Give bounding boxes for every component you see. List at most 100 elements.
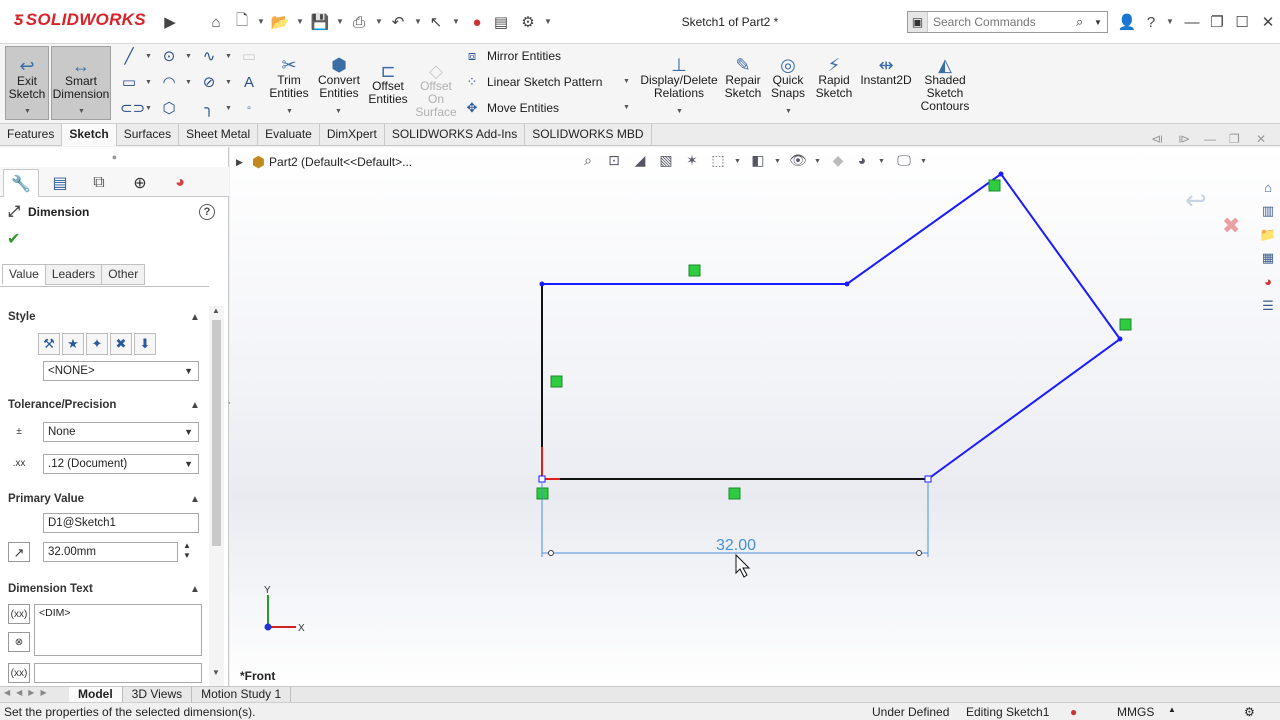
dynamic-annotation-icon[interactable]: ✶	[682, 152, 702, 170]
previous-view-icon[interactable]: ◢	[630, 152, 650, 170]
convert-caret-icon[interactable]: ▼	[335, 108, 342, 115]
arc-caret-icon[interactable]: ▼	[185, 79, 192, 86]
scroll-up-icon[interactable]: ▲	[212, 306, 220, 315]
custom-properties-icon[interactable]: ☰	[1258, 296, 1278, 316]
sketch-point[interactable]	[924, 475, 932, 483]
scroll-down-icon[interactable]: ▼	[212, 668, 220, 677]
tab-motion-study-1[interactable]: Motion Study 1	[192, 687, 292, 702]
sketch-point[interactable]	[1117, 336, 1123, 342]
tab-sheet-metal[interactable]: Sheet Metal	[179, 124, 259, 146]
subtab-value[interactable]: Value	[2, 264, 46, 285]
graphics-area[interactable]: 32.00 Y X ↩ ✖	[230, 147, 1280, 686]
smart-dimension-caret-icon[interactable]: ▼	[78, 108, 85, 115]
view-orientation-caret-icon[interactable]: ▼	[734, 158, 741, 165]
view-settings-icon[interactable]: 🖵	[894, 152, 914, 170]
edit-appearance-icon[interactable]: ◆	[828, 152, 848, 170]
vertical-relation-icon[interactable]	[550, 375, 563, 388]
horizontal-relation-icon[interactable]	[728, 487, 741, 500]
command-terminal-icon[interactable]: ▣	[908, 12, 928, 32]
doc-tile-left-icon[interactable]: ⧏	[1151, 132, 1163, 146]
search-icon[interactable]: ⌕	[1076, 14, 1094, 30]
new-document-icon[interactable]: 🗋	[232, 12, 252, 32]
move-entities-button[interactable]: ✥ Move Entities	[463, 99, 559, 117]
add-style-icon[interactable]: ★	[62, 333, 84, 355]
search-input[interactable]	[928, 15, 1076, 29]
undo-icon[interactable]: ↶	[388, 12, 408, 32]
apply-default-style-icon[interactable]: ⚒	[38, 333, 60, 355]
circle-caret-icon[interactable]: ▼	[185, 53, 192, 60]
sketch-profile-lines[interactable]	[542, 172, 1122, 480]
solidworks-resources-icon[interactable]: ⌂	[1258, 178, 1278, 198]
slot-caret-icon[interactable]: ▼	[145, 105, 152, 112]
cancel-sketch-corner-icon[interactable]: ✖	[1222, 214, 1240, 239]
spline-icon[interactable]: ∿	[200, 48, 218, 66]
print-caret-icon[interactable]: ▼	[375, 17, 383, 26]
feature-tree-flyout[interactable]: ▶ ⬢ Part2 (Default<<Default>...	[236, 153, 412, 171]
dimension-arrow-handle[interactable]	[916, 550, 922, 556]
search-commands-box[interactable]: ▣ ⌕ ▼	[907, 11, 1108, 33]
unit-caret-icon[interactable]: ▲	[1168, 705, 1176, 714]
exit-sketch-caret-icon[interactable]: ▼	[24, 108, 31, 115]
help-icon[interactable]: ?	[1141, 12, 1161, 32]
open-folder-icon[interactable]: 📂	[270, 12, 290, 32]
minimize-window-icon[interactable]: —	[1182, 12, 1202, 32]
doc-close-icon[interactable]: ✕	[1256, 132, 1266, 146]
new-caret-icon[interactable]: ▼	[257, 17, 265, 26]
save-caret-icon[interactable]: ▼	[336, 17, 344, 26]
tolerance-type-dropdown[interactable]: None ▼	[43, 422, 199, 442]
trim-caret-icon[interactable]: ▼	[286, 108, 293, 115]
shaded-sketch-contours-button[interactable]: ◭ Shaded Sketch Contours	[917, 46, 973, 113]
subtab-other[interactable]: Other	[101, 264, 146, 285]
file-explorer-icon[interactable]: 📁	[1258, 225, 1278, 245]
surface-icon[interactable]: ▭	[240, 48, 258, 66]
options-gear-icon[interactable]: ⚙	[518, 12, 538, 32]
maximize-window-icon[interactable]: ☐	[1232, 12, 1252, 32]
instant2d-button[interactable]: ⇹ Instant2D	[859, 46, 913, 87]
zoom-to-area-icon[interactable]: ⊡	[604, 152, 624, 170]
select-caret-icon[interactable]: ▼	[452, 17, 460, 26]
rebuild-traffic-light-icon[interactable]: ●	[467, 12, 487, 32]
line-icon[interactable]: ╱	[120, 48, 138, 66]
view-orientation-icon[interactable]: ⬚	[708, 152, 728, 170]
move-caret-icon[interactable]: ▼	[623, 104, 630, 111]
precision-dropdown[interactable]: .12 (Document) ▼	[43, 454, 199, 474]
line-caret-icon[interactable]: ▼	[145, 53, 152, 60]
polygon-icon[interactable]: ⬡	[160, 100, 178, 118]
convert-entities-button[interactable]: ⬢ Convert Entities	[315, 46, 363, 100]
property-manager-tab[interactable]: ▤	[42, 169, 78, 197]
section-view-icon[interactable]: ▧	[656, 152, 676, 170]
dimension-text-area[interactable]: <DIM>	[34, 604, 202, 656]
center-dimension-icon[interactable]: ⊗	[8, 632, 30, 652]
ellipse-caret-icon[interactable]: ▼	[225, 79, 232, 86]
slot-icon[interactable]: ⊂⊃	[120, 100, 145, 118]
tab-evaluate[interactable]: Evaluate	[258, 124, 320, 146]
unit-system[interactable]: MMGS	[1117, 705, 1154, 719]
relations-caret-icon[interactable]: ▼	[676, 108, 683, 115]
arc-icon[interactable]: ◠	[160, 74, 178, 92]
appearances-icon[interactable]: ◕	[1258, 272, 1278, 292]
dimension-arrow-handle[interactable]	[548, 550, 554, 556]
doc-tile-right-icon[interactable]: ⧐	[1178, 132, 1190, 146]
doc-minimize-icon[interactable]: —	[1204, 132, 1216, 146]
doc-restore-icon[interactable]: ❐	[1229, 132, 1240, 146]
inspection-dimension-icon[interactable]: (xx)	[8, 663, 30, 683]
pm-scrollbar[interactable]: ▲ ▼	[209, 306, 224, 686]
file-properties-icon[interactable]: ▤	[491, 12, 511, 32]
help-caret-icon[interactable]: ▼	[1166, 17, 1174, 26]
style-dropdown[interactable]: <NONE> ▼	[43, 361, 199, 381]
dimension-name-field[interactable]: D1@Sketch1	[43, 513, 199, 533]
scroll-thumb[interactable]	[212, 320, 221, 546]
tab-sketch[interactable]: Sketch	[62, 124, 117, 146]
sketch-point[interactable]	[844, 281, 850, 287]
display-manager-tab[interactable]: ◕	[162, 169, 198, 197]
perpendicular-relation-icon[interactable]	[988, 179, 1001, 192]
offset-on-surface-button[interactable]: ◇ Offset On Surface	[413, 52, 459, 119]
rectangle-icon[interactable]: ▭	[120, 74, 138, 92]
fillet-icon[interactable]: ╮	[200, 100, 218, 118]
tab-features[interactable]: Features	[0, 124, 63, 146]
tab-3d-views[interactable]: 3D Views	[123, 687, 193, 702]
panel-handle-icon[interactable]: ●	[0, 152, 229, 162]
customize-status-icon[interactable]: ⚙	[1244, 705, 1255, 719]
tab-solidworks-addins[interactable]: SOLIDWORKS Add-Ins	[385, 124, 526, 146]
zoom-to-fit-icon[interactable]: ⌕	[578, 152, 598, 170]
